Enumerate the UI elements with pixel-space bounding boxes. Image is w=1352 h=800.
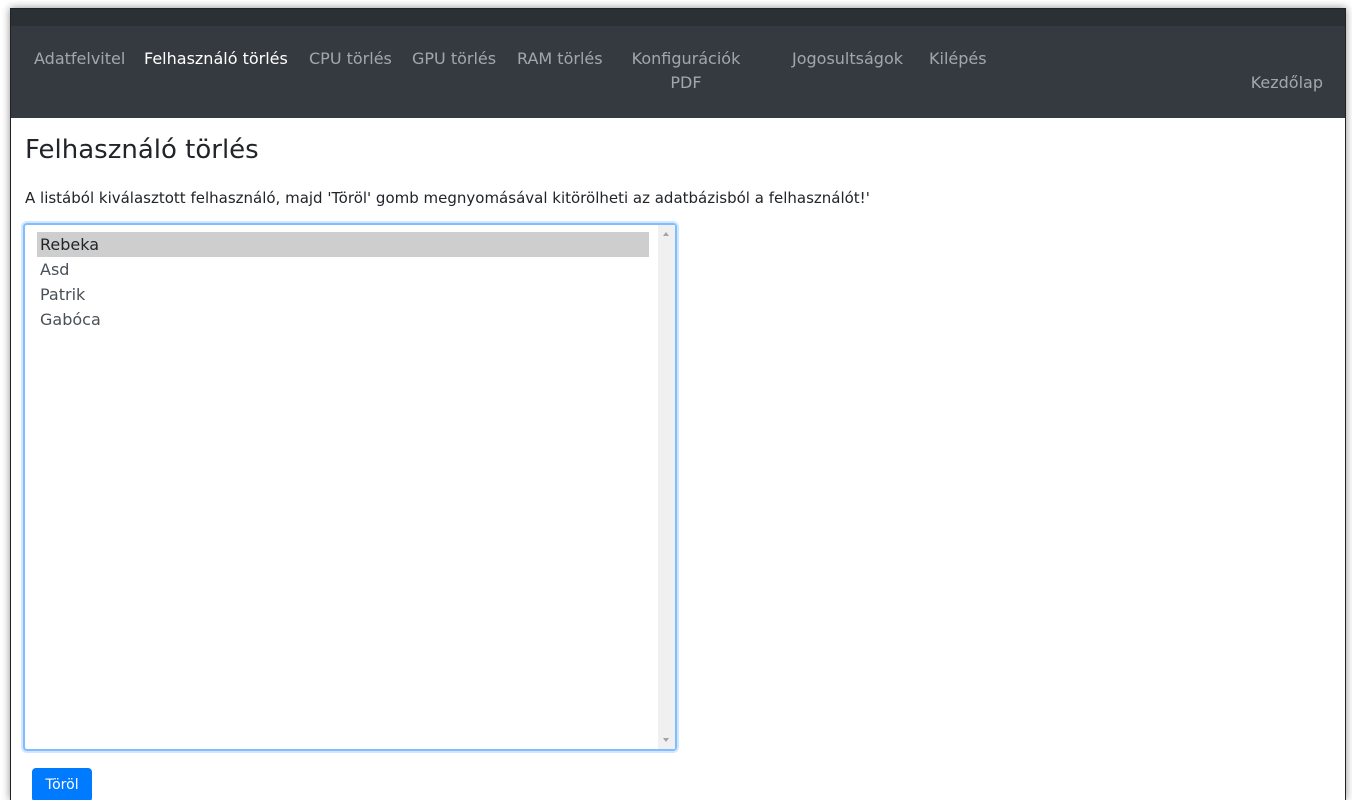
user-list-items: Rebeka Asd Patrik Gabóca: [37, 232, 649, 332]
nav-item-kezdolap[interactable]: Kezdőlap: [1251, 73, 1323, 92]
app-window: Adatfelvitel Felhasználó törlés CPU törl…: [10, 8, 1346, 800]
nav-item-ram-torles[interactable]: RAM törlés: [517, 47, 603, 70]
window-top-strip: [11, 9, 1345, 26]
list-item[interactable]: Rebeka: [37, 232, 649, 257]
nav-item-adatfelvitel[interactable]: Adatfelvitel: [34, 47, 125, 70]
page-title: Felhasználó törlés: [25, 135, 259, 165]
scroll-down-arrow-icon[interactable]: [663, 738, 669, 742]
navbar: Adatfelvitel Felhasználó törlés CPU törl…: [11, 26, 1345, 118]
delete-button[interactable]: Töröl: [32, 768, 92, 800]
nav-item-felhasznalo-torles[interactable]: Felhasználó törlés: [144, 47, 288, 70]
nav-item-kilepes[interactable]: Kilépés: [929, 47, 987, 70]
nav-item-konfiguraciok-pdf[interactable]: Konfigurációk PDF: [623, 47, 749, 95]
list-item[interactable]: Asd: [37, 257, 649, 282]
scroll-up-arrow-icon[interactable]: [663, 232, 669, 236]
list-item[interactable]: Gabóca: [37, 307, 649, 332]
nav-item-jogosultsagok[interactable]: Jogosultságok: [792, 47, 903, 70]
listbox-scrollbar[interactable]: [658, 225, 675, 749]
page-description: A listából kiválasztott felhasználó, maj…: [25, 189, 870, 207]
user-listbox[interactable]: Rebeka Asd Patrik Gabóca: [23, 223, 677, 751]
nav-item-gpu-torles[interactable]: GPU törlés: [412, 47, 496, 70]
list-item[interactable]: Patrik: [37, 282, 649, 307]
nav-item-konfiguraciok-line2: PDF: [670, 73, 702, 92]
nav-item-konfiguraciok-line1: Konfigurációk: [631, 49, 741, 68]
nav-item-cpu-torles[interactable]: CPU törlés: [309, 47, 392, 70]
